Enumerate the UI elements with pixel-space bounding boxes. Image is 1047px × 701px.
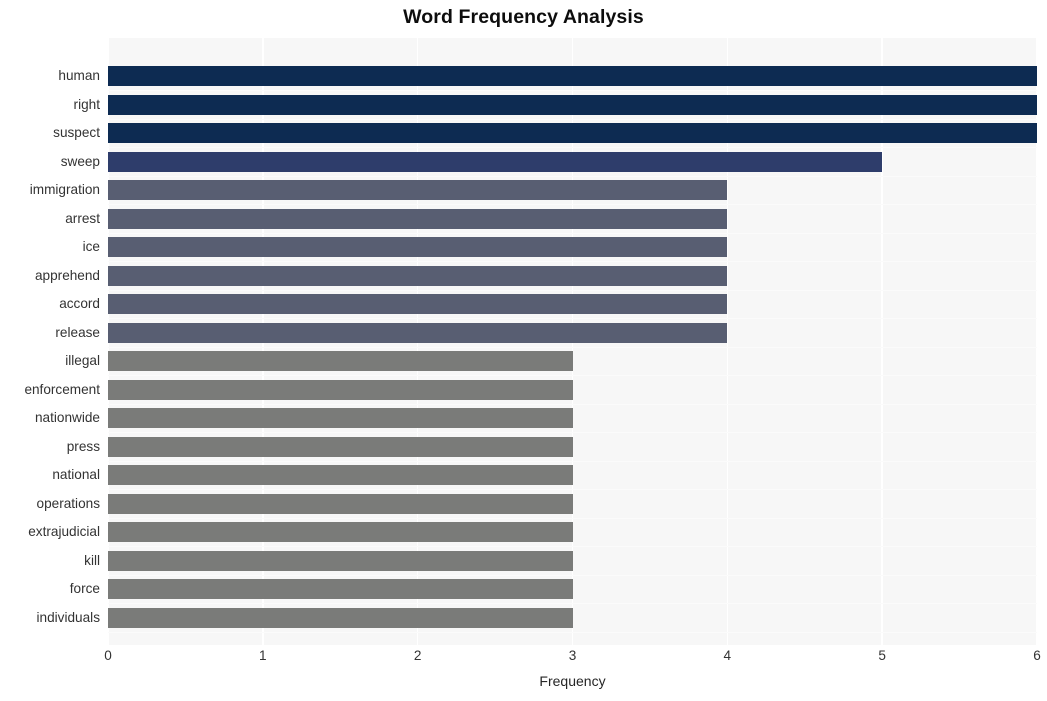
gridline-horizontal — [108, 403, 1037, 405]
x-axis-tick-label: 6 — [1033, 648, 1041, 663]
gridline-horizontal — [108, 261, 1037, 263]
y-axis-tick-label: enforcement — [24, 381, 100, 397]
y-axis-tick-label: operations — [36, 495, 100, 511]
bar[interactable] — [108, 208, 728, 229]
gridline-horizontal — [108, 147, 1037, 149]
gridline-horizontal — [108, 118, 1037, 120]
y-axis-tick-label: accord — [59, 296, 100, 311]
bar[interactable] — [108, 465, 573, 485]
y-axis-tick-label: individuals — [36, 609, 100, 625]
bar[interactable] — [108, 123, 1037, 143]
gridline-horizontal — [108, 603, 1037, 605]
gridline-horizontal — [108, 631, 1037, 633]
y-axis-tick-label: apprehend — [34, 267, 100, 283]
y-axis-tick-label: sweep — [60, 153, 100, 169]
x-axis-tick-group: 0 1 2 3 4 5 6 — [104, 648, 1041, 670]
y-axis-tick-label: right — [73, 96, 100, 112]
x-axis-tick-label: 1 — [259, 648, 267, 663]
gridline-horizontal — [108, 375, 1037, 377]
x-axis-tick-label: 0 — [104, 648, 112, 663]
y-axis-tick-label: kill — [84, 552, 100, 568]
y-axis-tick-label: illegal — [65, 353, 100, 368]
y-axis-label-group: human right suspect sweep immigration arrest i… — [0, 38, 100, 645]
page-title: Word Frequency Analysis — [403, 6, 644, 28]
gridline-horizontal — [108, 346, 1037, 348]
plot-area — [107, 38, 1038, 645]
y-axis-tick-label: immigration — [29, 182, 100, 197]
chart-figure: Word Frequency Analysis human right suspec… — [0, 0, 1047, 701]
bar[interactable] — [108, 294, 728, 314]
x-axis-tick-label: 4 — [723, 648, 732, 663]
bar[interactable] — [108, 180, 728, 200]
bar[interactable] — [108, 550, 573, 571]
y-axis-tick-label: ice — [82, 239, 100, 254]
x-axis-tick-label: 3 — [568, 648, 577, 663]
bar[interactable] — [108, 265, 728, 286]
gridline-horizontal — [108, 489, 1037, 491]
bar[interactable] — [108, 522, 573, 542]
gridline-horizontal — [108, 432, 1037, 434]
y-axis-tick-label: press — [66, 438, 100, 454]
bar[interactable] — [108, 436, 573, 457]
gridline-horizontal — [108, 204, 1037, 206]
gridline-horizontal — [108, 232, 1037, 234]
bar[interactable] — [108, 237, 728, 257]
gridline-horizontal — [108, 289, 1037, 291]
bar[interactable] — [108, 66, 1037, 86]
gridline-horizontal — [108, 546, 1037, 548]
bar[interactable] — [108, 408, 573, 428]
gridline-horizontal — [108, 460, 1037, 462]
bar[interactable] — [108, 94, 1037, 115]
bar[interactable] — [108, 322, 728, 343]
y-axis-tick-label: national — [52, 467, 100, 482]
gridline-horizontal — [108, 175, 1037, 177]
gridline-horizontal — [108, 90, 1037, 92]
y-axis-tick-label: nationwide — [35, 410, 100, 425]
x-axis-title: Frequency — [539, 673, 606, 689]
y-axis-tick-label: arrest — [65, 210, 100, 226]
bar[interactable] — [108, 607, 573, 628]
bar[interactable] — [108, 379, 573, 400]
x-axis-tick-label: 5 — [878, 648, 886, 663]
x-axis-tick-label: 2 — [413, 648, 422, 663]
bar[interactable] — [108, 579, 573, 599]
y-axis-tick-label: suspect — [53, 125, 100, 140]
y-axis-tick-label: release — [55, 324, 100, 340]
gridline-horizontal — [108, 318, 1037, 320]
bar[interactable] — [108, 151, 883, 172]
bar[interactable] — [108, 351, 573, 371]
gridline-horizontal — [108, 574, 1037, 576]
y-axis-tick-label: human — [58, 68, 100, 83]
y-axis-tick-label: extrajudicial — [28, 524, 100, 539]
gridline-horizontal — [108, 517, 1037, 519]
y-axis-tick-label: force — [69, 581, 100, 596]
bar[interactable] — [108, 493, 573, 514]
